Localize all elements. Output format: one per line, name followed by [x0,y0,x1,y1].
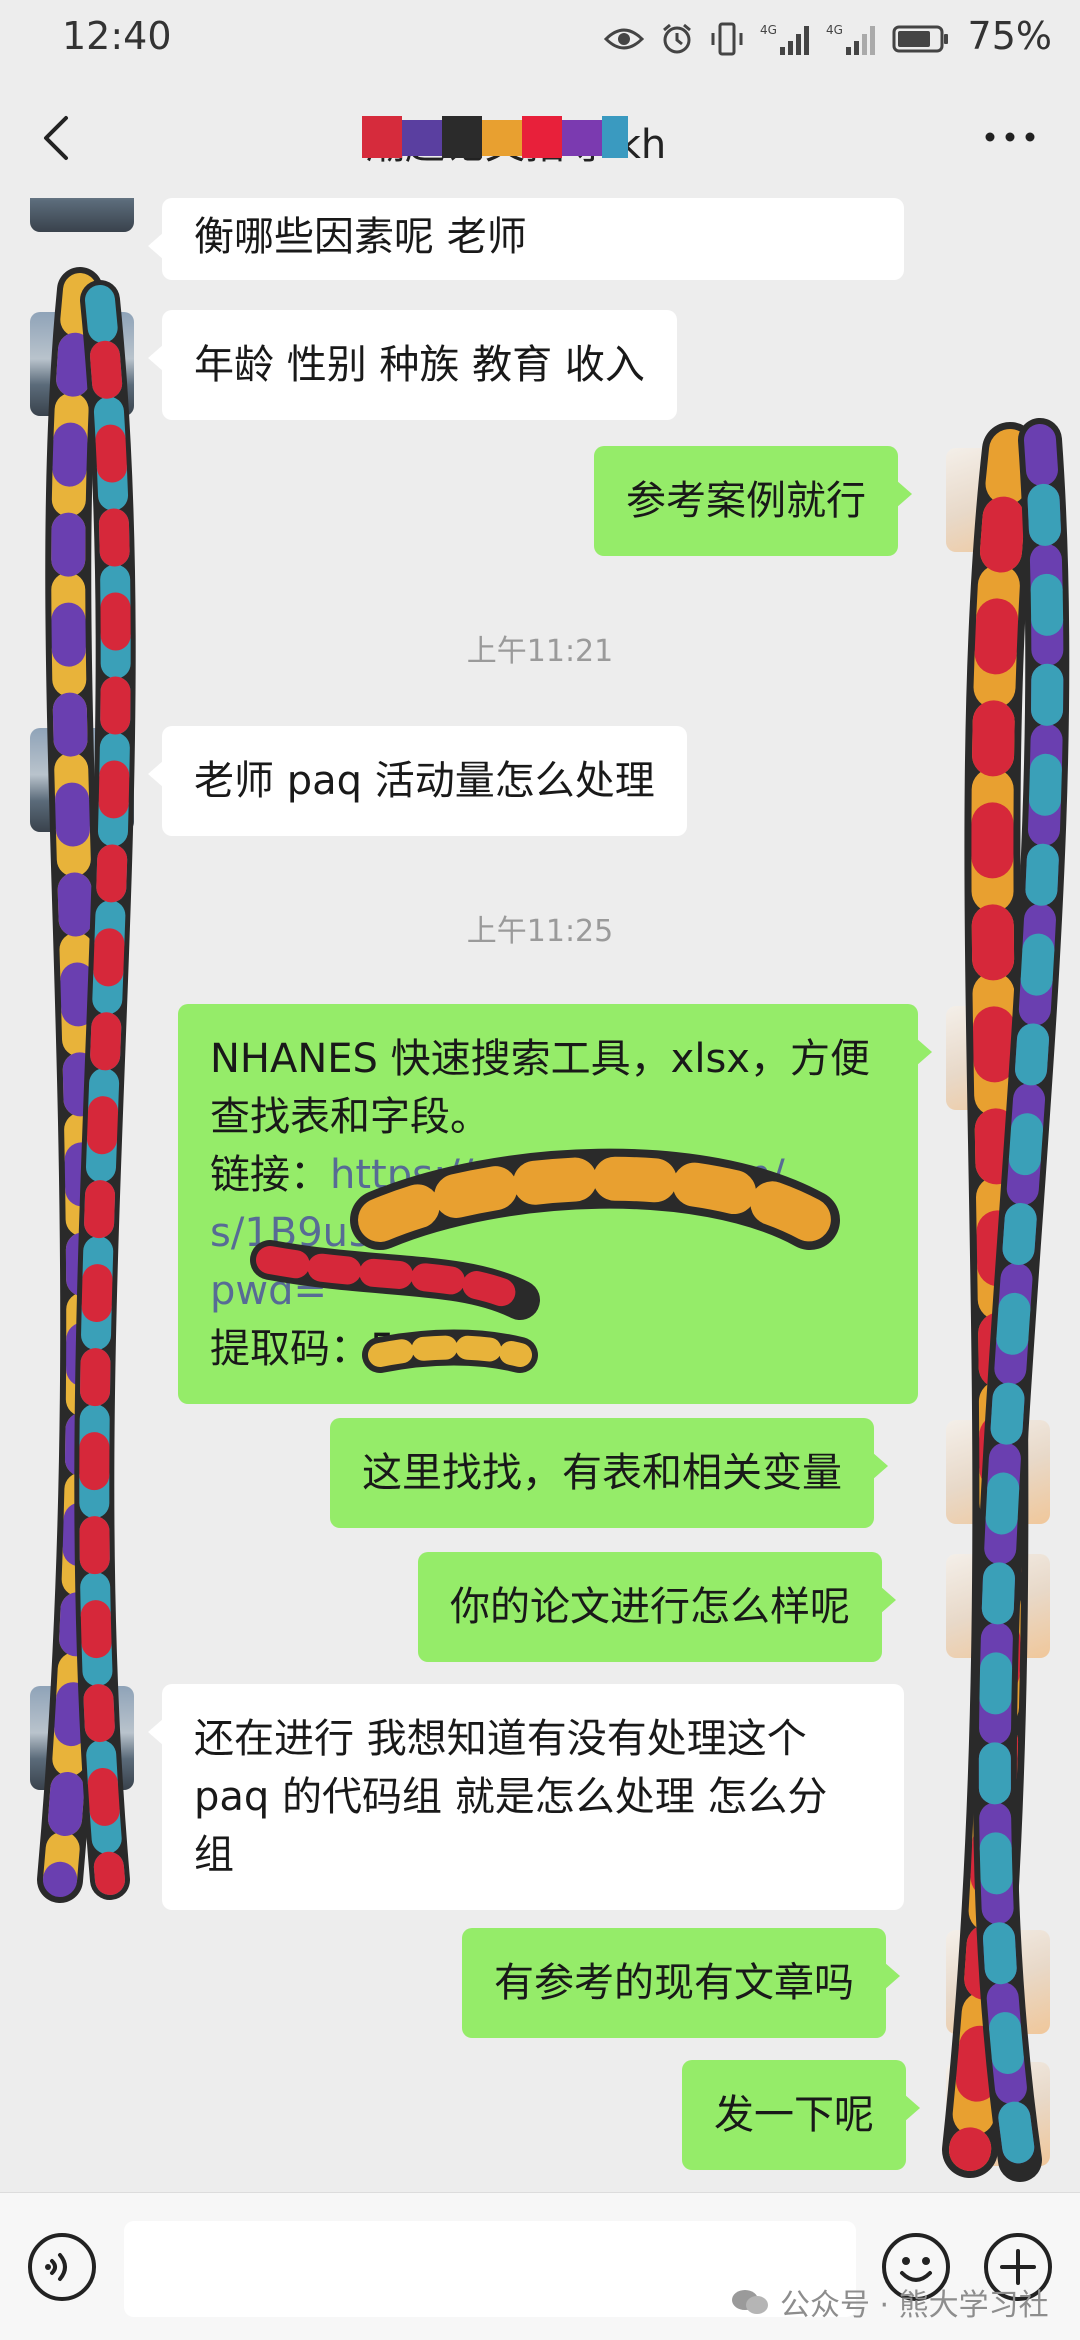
link-line: 链接：https://pan.baidu.com/ [210,1146,886,1204]
message-bubble-outgoing[interactable]: 发一下呢 [682,2060,920,2170]
message-text: 还在进行 我想知道有没有处理这个 [194,1716,807,1762]
status-time: 12:40 [62,14,172,58]
avatar[interactable] [946,1554,1050,1658]
voice-icon[interactable] [26,2231,98,2303]
message-text: 这里找找，有表和相关变量 [362,1450,842,1496]
title-redaction [362,116,628,158]
signal-4g-icon: 4G [826,23,875,55]
message-timestamp: 上午11:25 [466,914,614,949]
message-text: 查找表和字段。 [210,1094,490,1140]
code-value: 5c3d [370,1326,469,1372]
message-bubble-outgoing[interactable]: NHANES 快速搜索工具，xlsx，方便 查找表和字段。 链接：https:/… [178,1004,932,1404]
link-label: 链接： [210,1152,330,1198]
code-label: 提取码： [210,1326,370,1372]
battery-icon [892,25,948,53]
svg-text:4G: 4G [826,23,843,37]
message-bubble-outgoing[interactable]: 这里找找，有表和相关变量 [330,1418,888,1528]
avatar[interactable] [30,198,134,232]
signal-4g-icon: 4G [760,23,809,55]
avatar[interactable] [30,312,134,416]
message-text: 有参考的现有文章吗 [494,1960,854,2006]
avatar[interactable] [30,1686,134,1790]
message-text: paq 的代码组 就是怎么处理 怎么分 [194,1774,828,1820]
message-bubble-outgoing[interactable]: 有参考的现有文章吗 [462,1928,900,2038]
message-bubble-incoming[interactable]: 年龄 性别 种族 教育 收入 [148,310,677,420]
alarm-icon [663,23,691,54]
avatar[interactable] [946,1420,1050,1524]
message-text: 你的论文进行怎么样呢 [450,1584,850,1630]
message-bubble-incoming[interactable]: 还在进行 我想知道有没有处理这个 paq 的代码组 就是怎么处理 怎么分 组 [148,1684,904,1910]
back-icon[interactable] [30,110,86,166]
battery-percentage: 75% [967,14,1052,58]
wechat-logo-icon [732,2290,768,2314]
message-text: 发一下呢 [714,2092,874,2138]
phone-screen: 12:40 4G 4G 75% 衡哪些因素呢 老师 年龄 性别 种族 教育 收入… [0,0,1080,2340]
message-bubble-incoming[interactable]: 老师 paq 活动量怎么处理 [148,726,687,836]
avatar[interactable] [946,448,1050,552]
status-icons: 4G 4G [604,18,950,60]
avatar[interactable] [946,1006,1050,1110]
message-bubble-outgoing[interactable]: 参考案例就行 [594,446,912,556]
message-text: 衡哪些因素呢 老师 [194,214,527,260]
message-text: 组 [194,1832,234,1878]
code-line: 提取码：5c3d [210,1320,886,1378]
message-bubble-outgoing[interactable]: 你的论文进行怎么样呢 [418,1552,896,1662]
watermark-text: 公众号 · 熊大学习社 [780,2288,1049,2323]
vibrate-icon [711,22,743,56]
svg-text:4G: 4G [760,23,777,37]
message-text: 年龄 性别 种族 教育 收入 [194,342,645,388]
chat-header: 潮起论文指导.kh [0,78,1080,198]
avatar[interactable] [30,728,134,832]
avatar[interactable] [946,2062,1050,2166]
message-text: NHANES 快速搜索工具，xlsx，方便 [210,1036,870,1082]
status-bar: 12:40 4G 4G 75% [0,0,1080,78]
share-link[interactable]: https://pan.baidu.com/ [330,1152,785,1198]
message-text: 老师 paq 活动量怎么处理 [194,758,655,804]
eye-icon [604,28,644,50]
chat-messages: 衡哪些因素呢 老师 年龄 性别 种族 教育 收入 参考案例就行 上午11:21 … [0,198,1080,2192]
message-text: 参考案例就行 [626,478,866,524]
message-bubble-incoming[interactable]: 衡哪些因素呢 老师 [148,198,904,280]
share-link[interactable]: s/1B9u5 [210,1204,886,1262]
more-icon[interactable] [980,122,1040,152]
message-timestamp: 上午11:21 [466,634,614,669]
share-link[interactable]: pwd= [210,1262,886,1320]
watermark: 公众号 · 熊大学习社 [730,2280,1049,2324]
avatar[interactable] [946,1930,1050,2034]
